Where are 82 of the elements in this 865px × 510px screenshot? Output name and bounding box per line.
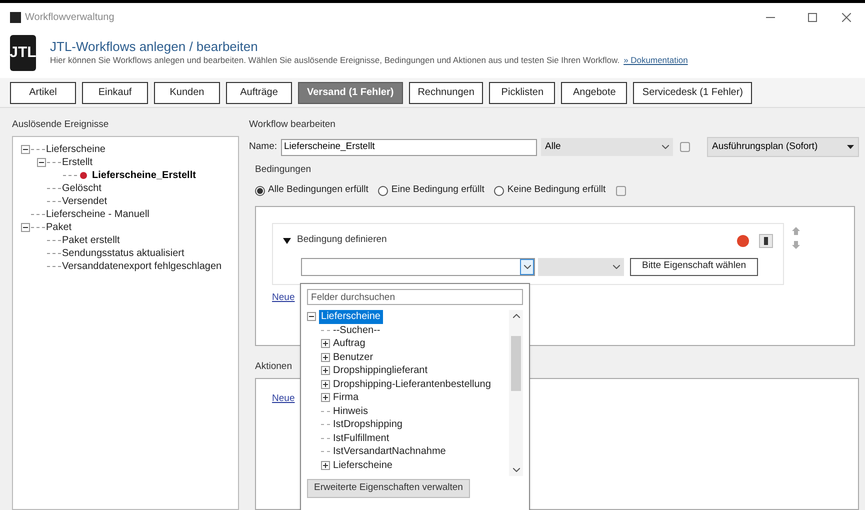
section-title: Bedingungen (255, 163, 312, 178)
name-label: Name: (249, 140, 277, 154)
section-title: Auslösende Ereignisse (12, 118, 110, 132)
chevron-down-icon (524, 264, 531, 268)
radio-label: Eine Bedingung erfüllt (391, 183, 484, 198)
chevron-down-icon (662, 145, 669, 150)
section-title: Aktionen (255, 360, 292, 374)
field-tree-item[interactable]: IstDropshipping (333, 417, 402, 432)
tree-item[interactable]: Versendet (62, 194, 108, 210)
scrollbar[interactable] (509, 310, 524, 476)
tab[interactable]: Versand (1 Fehler) (298, 82, 403, 104)
tab[interactable]: Servicedesk (1 Fehler) (633, 82, 752, 104)
collapse-icon[interactable] (21, 223, 30, 232)
collapse-icon[interactable] (37, 158, 46, 168)
field-tree-item[interactable]: Auftrag (333, 336, 366, 352)
collapse-icon[interactable] (307, 312, 316, 322)
scrollbar-thumb[interactable] (511, 336, 522, 390)
condition-title: Bedingung definieren (297, 233, 387, 248)
tab[interactable]: Artikel (10, 82, 76, 104)
field-tree-item[interactable]: IstFulfillment (333, 430, 390, 446)
chevron-up-icon (512, 314, 520, 318)
maximize-icon[interactable] (808, 12, 817, 22)
expand-icon[interactable] (321, 366, 330, 376)
field-tree-item[interactable]: Benutzer (333, 350, 374, 365)
tree-item[interactable]: Lieferscheine (46, 142, 106, 158)
new-action-link[interactable]: Neue (272, 392, 295, 404)
tab[interactable]: Rechnungen (408, 82, 484, 104)
tree-item[interactable]: Versanddatenexport fehlgeschlagen (62, 259, 222, 274)
new-condition-link[interactable]: Neue (272, 290, 295, 305)
tree-item[interactable]: Gelöscht (62, 181, 102, 196)
expand-icon[interactable] (321, 352, 330, 362)
expand-icon[interactable] (321, 460, 330, 470)
caret-icon (847, 145, 854, 150)
trash-icon[interactable] (759, 234, 774, 248)
field-tree-item[interactable]: Firma (333, 390, 359, 406)
expand-icon[interactable] (321, 339, 330, 348)
chevron-down-icon (512, 468, 520, 472)
section-title: Workflow bearbeiten (249, 118, 336, 132)
field-tree-item[interactable]: Dropshippinglieferant (333, 363, 428, 378)
schedule-select[interactable]: Ausführungsplan (Sofort) (707, 137, 859, 158)
collapse-icon[interactable] (21, 145, 30, 154)
dropdown-toggle[interactable] (520, 258, 534, 274)
radio-button[interactable] (255, 186, 266, 196)
radio-button[interactable] (494, 186, 504, 196)
field-tree-item[interactable]: Dropshipping-Lieferantenbestellung (333, 376, 491, 392)
page-subtitle: Hier können Sie Workflows anlegen und bearbeiten. Wählen Sie auslösende Ereignisse, Bedingungen und Aktionen aus und testen Sie Ihren Workflow. (50, 54, 620, 67)
logo: JTL (10, 35, 36, 71)
documentation-link[interactable]: » Dokumentation (624, 54, 688, 67)
field-combobox[interactable] (301, 258, 536, 276)
page-title: JTL-Workflows anlegen / bearbeiten (50, 39, 259, 54)
tree-item[interactable]: Lieferscheine - Manuell (46, 207, 150, 222)
field-tree-item[interactable]: IstVersandartNachnahme (333, 444, 446, 460)
expand-icon[interactable] (321, 380, 330, 389)
scope-select[interactable]: Alle (541, 138, 673, 156)
radio-label: Alle Bedingungen erfüllt (268, 183, 368, 198)
tree-item[interactable]: Sendungsstatus aktualisiert (62, 246, 184, 262)
chevron-down-icon (613, 264, 620, 268)
close-icon[interactable] (842, 12, 851, 22)
property-button[interactable]: Bitte Eigenschaft wählen (630, 258, 758, 276)
radio-label: Keine Bedingung erfüllt (507, 183, 606, 198)
name-field[interactable]: Lieferscheine_Erstellt (281, 138, 537, 156)
window-title: Workflowverwaltung (25, 10, 114, 24)
minimize-icon[interactable] (766, 16, 775, 18)
app-icon (10, 12, 21, 22)
tab[interactable]: Angebote (561, 82, 628, 104)
expand-icon[interactable] (321, 393, 330, 402)
tab[interactable]: Einkauf (82, 82, 148, 104)
tab[interactable]: Picklisten (489, 82, 556, 104)
tree-item[interactable]: Erstellt (62, 155, 93, 170)
tree-item[interactable]: Paket erstellt (62, 233, 120, 248)
field-tree-item[interactable]: Lieferscheine (333, 458, 392, 473)
tree-item[interactable]: Paket (46, 220, 72, 236)
expanded-triangle-icon[interactable] (283, 236, 292, 244)
field-tree-item[interactable]: --Suchen-- (333, 322, 380, 338)
field-tree-item[interactable]: Hinweis (333, 404, 368, 419)
search-field[interactable]: Felder durchsuchen (307, 289, 524, 305)
tab[interactable]: Kunden (154, 82, 220, 104)
tree-item[interactable]: Lieferscheine_Erstellt (92, 168, 196, 184)
field-tree-item[interactable]: Lieferscheine (319, 310, 382, 324)
tab[interactable]: Aufträge (226, 82, 292, 104)
manage-properties-button[interactable]: Erweiterte Eigenschaften verwalten (307, 479, 470, 498)
radio-button[interactable] (378, 186, 388, 196)
